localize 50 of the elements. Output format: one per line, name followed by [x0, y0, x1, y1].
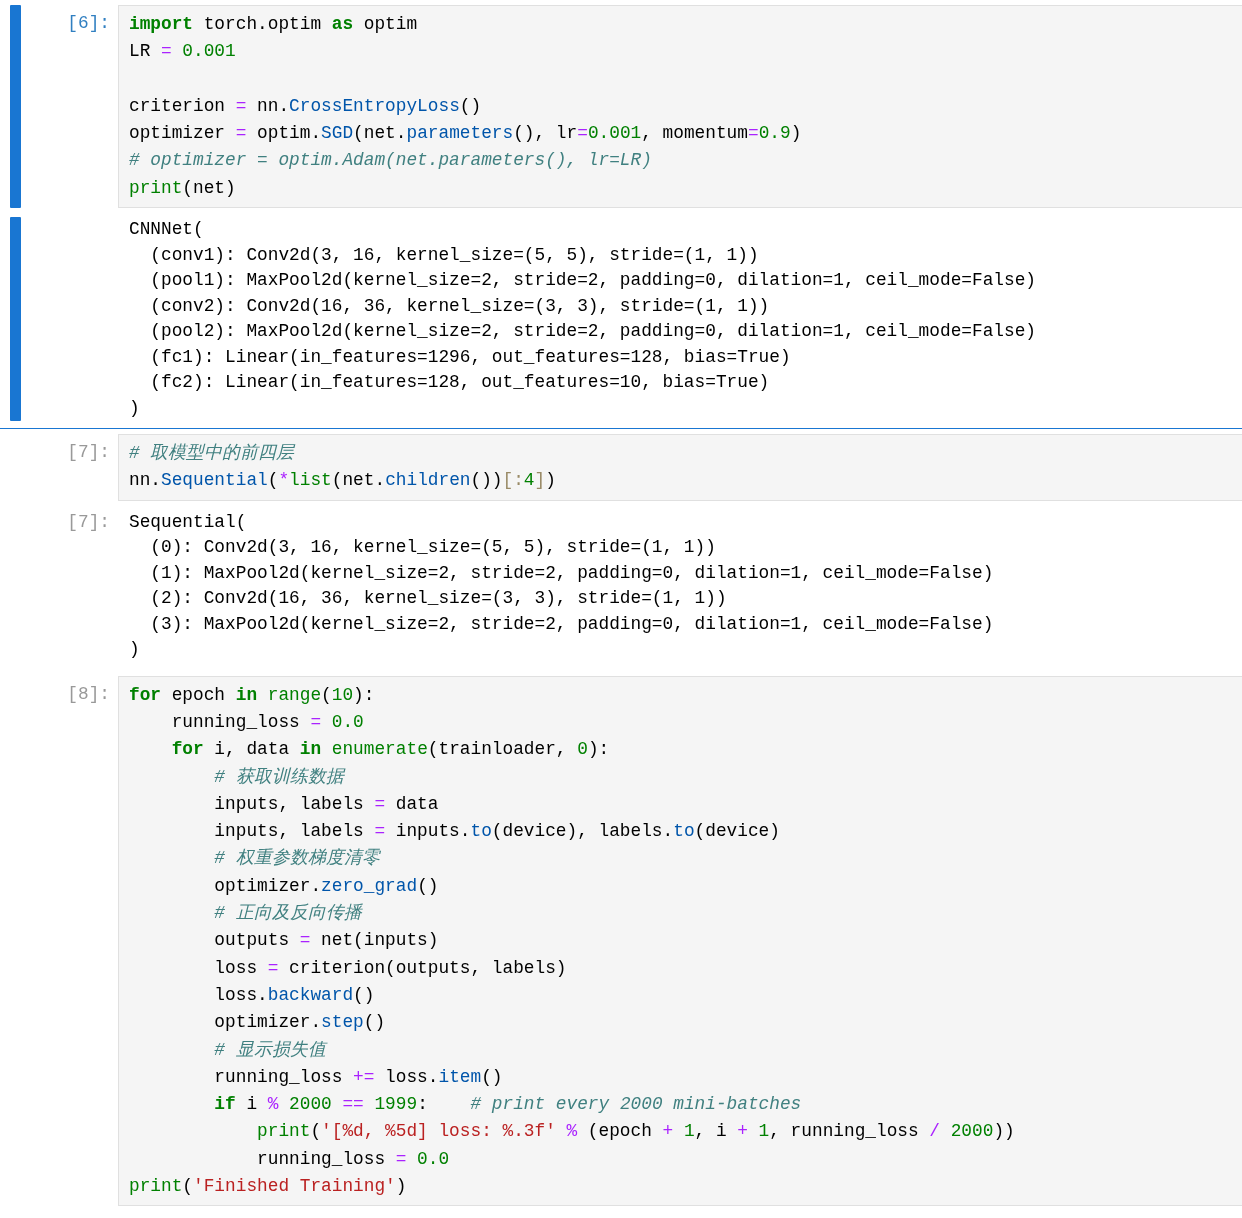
code-input-area[interactable]: # 取模型中的前四层 nn.Sequential(*list(net.children())[:4]) — [118, 434, 1242, 501]
code-line: if i % 2000 == 1999: # print every 2000 mini-batches — [213, 1093, 803, 1117]
code-line: optimizer = optim.SGD(net.parameters(), lr=0.001, momentum=0.9) — [129, 122, 803, 146]
code-line: running_loss = 0.0 — [256, 1147, 451, 1171]
code-line: outputs = net(inputs) — [213, 929, 440, 953]
output-line: (conv1): Conv2d(3, 16, kernel_size=(5, 5), stride=(1, 1)) — [149, 243, 760, 267]
code-input-area[interactable] — [118, 675, 1242, 1207]
code-line: # 取模型中的前四层 — [129, 442, 297, 466]
code-input-area[interactable]: import torch.optim as optim LR = 0.001 criterion = nn.CrossEntropyLoss() optimizer = optim.SGD(net.parameters(), lr=0.001, momentum=0.9) # optimizer = optim.Adam(net.parameters(), lr=LR) print(net) — [118, 5, 1242, 209]
code-line: optimizer.step() — [213, 1011, 387, 1035]
code-line: loss.backward() — [213, 983, 376, 1007]
output-line: (conv2): Conv2d(16, 36, kernel_size=(3, 3), stride=(1, 1)) — [149, 294, 771, 318]
code-line: for epoch in range(10): — [129, 683, 376, 707]
code-line: running_loss += loss.item() — [213, 1065, 504, 1089]
output-line: (2): Conv2d(16, 36, kernel_size=(3, 3), stride=(1, 1)) — [149, 587, 728, 611]
output-line: Sequential( — [129, 510, 248, 534]
code-line: nn.Sequential(*list(net.children())[:4]) — [129, 469, 557, 493]
code-line: # 获取训练数据 — [213, 765, 347, 789]
output-line: (fc2): Linear(in_features=128, out_features=10, bias=True) — [149, 371, 771, 395]
execution-prompt: [7]: — [67, 511, 110, 532]
code-line: print('Finished Training') — [129, 1175, 408, 1198]
execution-prompt: [6]: — [67, 13, 110, 33]
cell-selection-bar[interactable] — [10, 5, 21, 209]
code-line: optimizer.zero_grad() — [213, 874, 440, 898]
code-line: # 显示损失值 — [213, 1038, 329, 1062]
output-line: (pool2): MaxPool2d(kernel_size=2, stride=2, padding=0, dilation=1, ceil_mode=False) — [149, 320, 1037, 344]
output-line: (fc1): Linear(in_features=1296, out_features=128, bias=True) — [149, 345, 792, 369]
code-line: # optimizer = optim.Adam(net.parameters(), lr=LR) — [129, 149, 653, 173]
output-line: (3): MaxPool2d(kernel_size=2, stride=2, padding=0, dilation=1, ceil_mode=False) — [149, 612, 995, 636]
execution-prompt: [7]: — [67, 442, 110, 463]
code-line: print(net) — [129, 176, 237, 200]
execution-prompt: [8]: — [67, 683, 110, 704]
cell-selection-bar[interactable] — [10, 217, 21, 422]
output-line: CNNNet( — [129, 218, 205, 242]
code-line: inputs, labels = data — [213, 792, 440, 816]
output-line: (1): MaxPool2d(kernel_size=2, stride=2, padding=0, dilation=1, ceil_mode=False) — [149, 561, 995, 585]
output-line: (pool1): MaxPool2d(kernel_size=2, stride=2, padding=0, dilation=1, ceil_mode=False) — [149, 269, 1037, 293]
output-line: (0): Conv2d(3, 16, kernel_size=(5, 5), stride=(1, 1)) — [149, 536, 717, 560]
code-line: # 正向及反向传播 — [213, 902, 364, 926]
code-line: loss = criterion(outputs, labels) — [213, 956, 568, 980]
code-line: # 权重参数梯度清零 — [213, 847, 382, 871]
output-line: ) — [129, 638, 141, 662]
output-line: ) — [129, 396, 141, 420]
code-line: inputs, labels = inputs.to(device), labels.to(device) — [213, 820, 781, 844]
code-line: for i, data in enumerate(trainloader, 0): — [170, 738, 611, 762]
code-line: running_loss = 0.0 — [170, 710, 365, 734]
code-line: print('[%d, %5d] loss: %.3f' % (epoch + 1, i + 1, running_loss / 2000)) — [256, 1120, 1016, 1144]
code-line: import torch.optim as optim — [129, 13, 419, 36]
code-line: criterion = nn.CrossEntropyLoss() — [129, 94, 483, 118]
code-line: LR = 0.001 — [129, 40, 237, 64]
